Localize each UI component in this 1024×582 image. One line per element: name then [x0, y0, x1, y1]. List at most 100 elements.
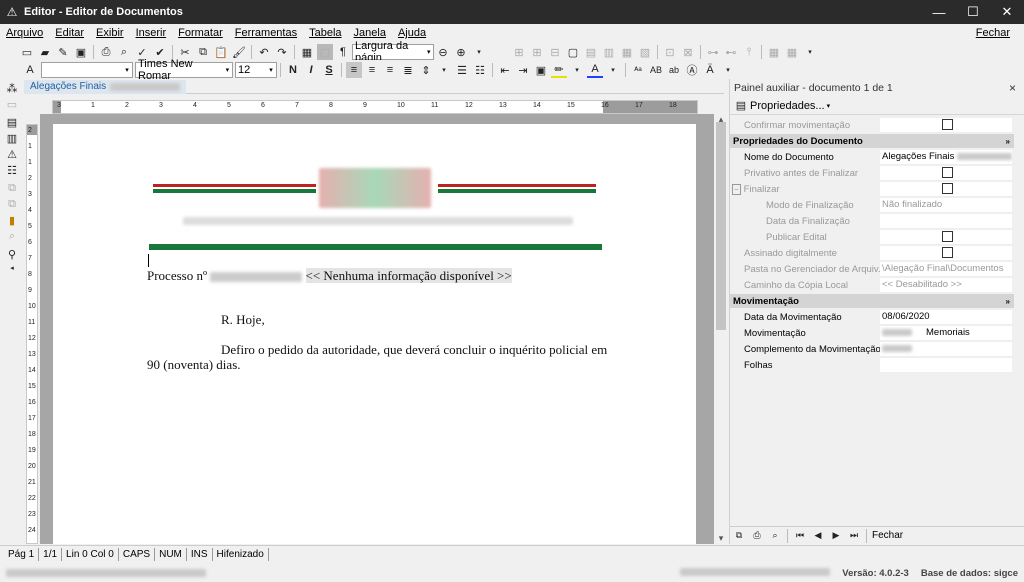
next-record-icon[interactable]: ▶ [828, 528, 844, 544]
menu-exibir[interactable]: Exibir [90, 27, 130, 39]
publish-checkbox[interactable] [942, 231, 953, 242]
collapse-movement-icon[interactable]: » [1006, 297, 1010, 306]
grid-options-icon[interactable]: ▦ [784, 44, 800, 60]
menu-janela[interactable]: Janela [348, 27, 392, 39]
panel-scrollbar[interactable] [1014, 117, 1024, 527]
first-record-icon[interactable]: ⏮ [792, 528, 808, 544]
tab-document[interactable]: Alegações Finais [24, 80, 187, 94]
category-document[interactable]: Propriedades do Documento » [730, 134, 1014, 148]
indent-icon[interactable]: ⇥ [515, 62, 531, 78]
document-scrollbar[interactable]: ▴ ▾ [714, 114, 728, 544]
zoom-select[interactable]: Largura da págin ▾ [352, 40, 434, 64]
maximize-button[interactable]: ☐ [956, 0, 990, 24]
table-col-icon[interactable]: ▥ [601, 44, 617, 60]
panel-close-button[interactable]: × [1009, 81, 1016, 95]
panel-doc-icon[interactable]: ⧉ [731, 528, 747, 544]
finalize-checkbox[interactable] [942, 183, 953, 194]
insert-ref-icon[interactable]: ▭ [4, 96, 20, 112]
templates-icon[interactable]: ▤ [4, 114, 20, 130]
menu-editar[interactable]: Editar [49, 27, 90, 39]
expand-toggle-icon[interactable]: − [732, 183, 741, 195]
document-page[interactable]: Processo nº << Nenhuma informação dispon… [53, 124, 696, 544]
style-select[interactable]: ▾ [41, 62, 133, 78]
minimize-button[interactable]: — [922, 0, 956, 24]
grid-icon[interactable]: ▦ [766, 44, 782, 60]
prev-record-icon[interactable]: ◀ [810, 528, 826, 544]
field-list-icon[interactable]: ⊷ [723, 44, 739, 60]
bullets-icon[interactable]: ☰ [454, 62, 470, 78]
pilcrow-icon[interactable]: ¶ [335, 44, 351, 60]
vertical-ruler[interactable]: 2 1 1 2 3 4 5 6 7 8 9 10 11 12 13 14 15 16 17 18 19 20 21 22 23 2… [26, 124, 38, 544]
table-border-icon[interactable]: ▢ [565, 44, 581, 60]
lock-icon[interactable]: ▮ [4, 212, 20, 228]
small-caps-icon[interactable]: AB [648, 62, 664, 78]
print-icon[interactable]: ⎙ [98, 44, 114, 60]
field-insert-icon[interactable]: ⫯ [741, 44, 757, 60]
signed-checkbox[interactable] [942, 247, 953, 258]
expand-icon[interactable]: ◂ [4, 260, 20, 276]
print-preview-icon[interactable]: ⌕ [116, 44, 132, 60]
link-icon[interactable]: ⧉ [4, 196, 20, 212]
warning-icon[interactable]: ⚠ [4, 146, 20, 162]
edit-icon[interactable]: ✎ [55, 44, 71, 60]
panel-print-icon[interactable]: ⎙ [749, 528, 765, 544]
spacing-more-icon[interactable]: ▾ [436, 62, 452, 78]
bold-icon[interactable]: N [285, 62, 301, 78]
save-icon[interactable]: ▣ [73, 44, 89, 60]
mov-comp-field[interactable] [880, 341, 1012, 357]
menu-arquivo[interactable]: Arquivo [0, 27, 49, 39]
align-center-icon[interactable]: ≡ [364, 62, 380, 78]
font-color-icon[interactable]: A [587, 62, 603, 78]
text-effects-icon[interactable]: Ⓐ [684, 62, 700, 78]
table-merge-icon[interactable]: ▦ [619, 44, 635, 60]
confirm-checkbox[interactable] [942, 119, 953, 130]
align-right-icon[interactable]: ≡ [382, 62, 398, 78]
outdent-icon[interactable]: ⇤ [497, 62, 513, 78]
char-spacing-icon[interactable]: Ä [702, 62, 718, 78]
field-icon[interactable]: ⊶ [705, 44, 721, 60]
underline-icon[interactable]: S [321, 62, 337, 78]
table-props-icon[interactable]: ⊠ [680, 44, 696, 60]
menu-inserir[interactable]: Inserir [130, 27, 173, 39]
format-more-icon[interactable]: ▾ [720, 62, 736, 78]
insert-field-icon[interactable]: ⁂ [4, 80, 20, 96]
table-split-icon[interactable]: ▧ [637, 44, 653, 60]
properties-button[interactable]: ▤ Propriedades... ▾ [730, 97, 1024, 115]
highlight-more-icon[interactable]: ▾ [569, 62, 585, 78]
table-fit-icon[interactable]: ⊡ [662, 44, 678, 60]
table-row-icon[interactable]: ▤ [583, 44, 599, 60]
last-record-icon[interactable]: ⏭ [846, 528, 862, 544]
toolbar-more-icon[interactable]: ▾ [802, 44, 818, 60]
panel-preview-icon[interactable]: ⌕ [767, 528, 783, 544]
numbering-icon[interactable]: ☷ [472, 62, 488, 78]
menu-formatar[interactable]: Formatar [172, 27, 229, 39]
font-size-select[interactable]: 12 ▾ [235, 62, 277, 78]
collapse-icon[interactable]: » [1006, 137, 1010, 146]
attach-icon[interactable]: ▥ [4, 130, 20, 146]
table-icon[interactable]: ▦ [299, 44, 315, 60]
more-options-icon[interactable]: ▾ [471, 44, 487, 60]
private-checkbox[interactable] [942, 167, 953, 178]
case-icon[interactable]: ab [666, 62, 682, 78]
open-folder-icon[interactable]: ▰ [37, 44, 53, 60]
zoom-in-icon[interactable]: ⊕ [453, 44, 469, 60]
border-icon[interactable]: ▣ [533, 62, 549, 78]
table-insert-icon[interactable]: ⊞ [511, 44, 527, 60]
search-doc-icon[interactable]: ⌕ [4, 228, 20, 244]
italic-icon[interactable]: I [303, 62, 319, 78]
align-left-icon[interactable]: ≡ [346, 62, 362, 78]
highlight-icon[interactable]: ✏ [551, 62, 567, 78]
doc-name-field[interactable]: Alegações Finais [880, 149, 1012, 165]
process-placeholder[interactable]: << Nenhuma informação disponível >> [305, 268, 512, 283]
table-cells-icon[interactable]: ⊟ [547, 44, 563, 60]
menu-ajuda[interactable]: Ajuda [392, 27, 432, 39]
redo-icon[interactable]: ↷ [274, 44, 290, 60]
menu-tabela[interactable]: Tabela [303, 27, 347, 39]
frame-icon[interactable]: ▢ [317, 44, 333, 60]
panel-fechar-button[interactable]: Fechar [872, 530, 903, 541]
sheets-field[interactable] [880, 357, 1012, 373]
zoom-out-icon[interactable]: ⊖ [435, 44, 451, 60]
font-select[interactable]: Times New Romar ▾ [135, 58, 233, 82]
mov-date-value[interactable]: 08/06/2020 [880, 309, 1012, 325]
list-icon[interactable]: ☷ [4, 162, 20, 178]
